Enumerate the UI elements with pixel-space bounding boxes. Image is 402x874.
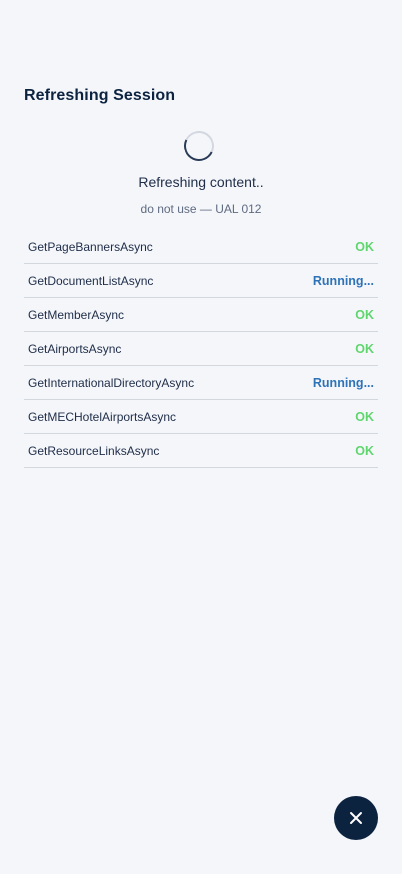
close-button[interactable] xyxy=(334,796,378,840)
task-row: GetAirportsAsync OK xyxy=(24,332,378,366)
close-icon xyxy=(350,812,362,824)
task-status: Running... xyxy=(312,375,374,390)
task-row: GetPageBannersAsync OK xyxy=(24,230,378,264)
task-status: OK xyxy=(355,341,374,356)
task-name: GetMemberAsync xyxy=(28,307,125,322)
task-row: GetResourceLinksAsync OK xyxy=(24,434,378,468)
task-name: GetResourceLinksAsync xyxy=(28,443,160,458)
refresh-subtitle: do not use — UAL 012 xyxy=(140,202,262,216)
task-name: GetDocumentListAsync xyxy=(28,273,154,288)
task-name: GetInternationalDirectoryAsync xyxy=(28,375,195,390)
task-status: OK xyxy=(355,307,374,322)
task-row: GetInternationalDirectoryAsync Running..… xyxy=(24,366,378,400)
task-status: OK xyxy=(355,409,374,424)
task-list: GetPageBannersAsync OK GetDocumentListAs… xyxy=(24,230,378,468)
task-status: OK xyxy=(355,239,374,254)
task-name: GetPageBannersAsync xyxy=(28,239,153,254)
task-name: GetMECHotelAirportsAsync xyxy=(28,409,177,424)
loading-spinner-icon xyxy=(179,126,219,166)
task-row: GetDocumentListAsync Running... xyxy=(24,264,378,298)
task-name: GetAirportsAsync xyxy=(28,341,122,356)
page-title: Refreshing Session xyxy=(24,87,176,104)
task-row: GetMECHotelAirportsAsync OK xyxy=(24,400,378,434)
task-status: OK xyxy=(355,443,374,458)
refresh-status-text: Refreshing content.. xyxy=(138,174,264,190)
task-row: GetMemberAsync OK xyxy=(24,298,378,332)
task-status: Running... xyxy=(312,273,374,288)
